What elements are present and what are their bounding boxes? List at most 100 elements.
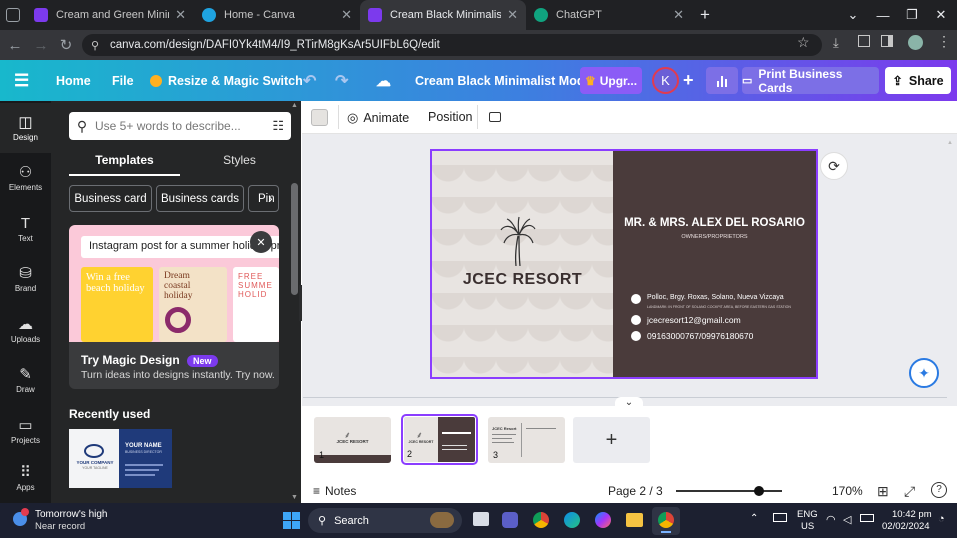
messenger-icon[interactable] [595, 512, 611, 528]
profile-avatar-icon[interactable] [908, 35, 923, 50]
document-title[interactable]: Cream Black Minimalist Mod... [415, 60, 595, 101]
zoom-slider-knob[interactable] [753, 486, 764, 496]
edge-icon[interactable] [564, 512, 580, 528]
help-icon[interactable]: ? [931, 482, 947, 498]
address-bar[interactable]: ⚲ canva.com/design/DAFI0Yk4tM4/I9_RTirM8… [82, 34, 822, 56]
sidebar-icon[interactable] [881, 35, 893, 47]
close-promo-icon[interactable]: ✕ [250, 231, 272, 253]
file-explorer-icon[interactable] [626, 513, 643, 527]
zoom-slider-track[interactable] [676, 486, 782, 496]
bookmark-star-icon[interactable]: ☆ [797, 34, 810, 51]
chevron-right-icon[interactable]: › [268, 190, 273, 206]
notes-button[interactable]: ≡ Notes [313, 484, 356, 498]
display-icon[interactable] [773, 513, 787, 522]
close-window-icon[interactable]: ✕ [926, 0, 956, 30]
animate-button[interactable]: ◎ Animate [347, 110, 409, 126]
forward-arrow-icon[interactable]: → [28, 30, 54, 60]
resize-magic-switch-button[interactable]: Resize & Magic Switch [150, 60, 303, 101]
share-button[interactable]: ⇪ Share [885, 67, 951, 94]
panel-scrollbar-thumb[interactable] [291, 183, 298, 295]
position-button[interactable]: Position [428, 110, 472, 124]
hamburger-menu-icon[interactable]: ☰ [14, 60, 29, 101]
zoom-percentage[interactable]: 170% [832, 484, 863, 498]
task-view-icon[interactable] [473, 512, 489, 526]
chip-business-card[interactable]: Business card [69, 185, 152, 212]
chip-business-cards[interactable]: Business cards [156, 185, 244, 212]
recent-template-card[interactable]: YOUR COMPANY YOUR TAGLINE YOUR NAME BUSI… [69, 429, 172, 488]
weather-subtext[interactable]: Near record [35, 521, 85, 532]
teams-icon[interactable] [502, 512, 518, 528]
scroll-up-arrow-icon[interactable]: ▲ [291, 102, 298, 109]
tab-styles[interactable]: Styles [184, 146, 295, 174]
card-landmark[interactable]: LANDMARK: IN FRONT OF SOLANO COCKPIT ARE… [647, 305, 791, 309]
tab-templates[interactable]: Templates [69, 146, 180, 174]
filter-sliders-icon[interactable]: ☷ [272, 118, 284, 134]
print-business-cards-button[interactable]: ▭ Print Business Cards [742, 67, 879, 95]
windows-start-icon[interactable] [283, 512, 300, 529]
grid-view-icon[interactable]: ⊞ [877, 483, 889, 500]
upgrade-button[interactable]: ♛ Upgr... [580, 67, 642, 94]
back-arrow-icon[interactable]: ← [2, 30, 28, 60]
tray-chevron-up-icon[interactable]: ⌃ [750, 513, 758, 524]
home-button[interactable]: Home [56, 60, 91, 101]
background-color-swatch[interactable] [311, 109, 328, 126]
user-avatar[interactable]: K [652, 67, 679, 94]
more-menu-icon[interactable]: ⋮ [937, 33, 951, 50]
browser-tab-2[interactable]: Home - Canva ✕ [194, 0, 360, 30]
language-code[interactable]: ENG [797, 509, 818, 520]
volume-icon[interactable]: ◁ [843, 513, 851, 526]
rail-item-apps[interactable]: ⠿ Apps [0, 456, 51, 500]
template-search-input[interactable]: ⚲ Use 5+ words to describe... ☷ [69, 112, 291, 140]
fullscreen-icon[interactable]: ⤢ [904, 483, 915, 500]
scroll-down-arrow-icon[interactable]: ▼ [291, 494, 298, 501]
lock-icon[interactable] [489, 112, 501, 122]
browser-tab-1[interactable]: Cream and Green Minimal Crea ✕ [26, 0, 194, 30]
battery-icon[interactable] [860, 514, 874, 522]
rail-item-uploads[interactable]: ☁ Uploads [0, 305, 51, 355]
magic-assistant-icon[interactable]: ✦ [909, 358, 939, 388]
page-thumb-3[interactable]: JCEC Resort 3 [488, 417, 565, 463]
tab-search-button[interactable] [0, 0, 26, 30]
close-tab-icon[interactable]: ✕ [507, 7, 518, 23]
card-phone[interactable]: 09163000767/09976180670 [647, 331, 753, 341]
card-right-panel[interactable] [613, 151, 816, 377]
taskbar-search[interactable]: ⚲ Search [308, 508, 462, 533]
close-tab-icon[interactable]: ✕ [673, 7, 684, 23]
card-owner-names[interactable]: MR. & MRS. ALEX DEL ROSARIO [613, 217, 816, 229]
browser-tab-4[interactable]: ChatGPT ✕ [526, 0, 692, 30]
rail-item-design[interactable]: ◫ Design [0, 103, 51, 153]
download-icon[interactable]: ⤓ [833, 35, 839, 51]
card-resort-name[interactable]: JCEC RESORT [432, 271, 613, 289]
chrome-active-icon[interactable] [658, 512, 674, 528]
close-tab-icon[interactable]: ✕ [341, 7, 352, 23]
wifi-icon[interactable]: ◠ [826, 513, 836, 526]
rail-item-elements[interactable]: ⚇ Elements [0, 153, 51, 203]
canvas-scroll-up-icon[interactable]: ▲ [947, 140, 953, 146]
browser-tab-3-active[interactable]: Cream Black Minimalist Moder ✕ [360, 0, 526, 30]
page-thumb-2[interactable]: ⸙ JCEC RESORT 2 [404, 417, 475, 462]
chrome-icon[interactable] [533, 512, 549, 528]
new-tab-button[interactable]: + [694, 0, 716, 30]
palm-tree-icon[interactable] [498, 216, 538, 266]
add-page-button[interactable]: + [573, 417, 650, 463]
card-email[interactable]: jcecresort12@gmail.com [647, 315, 741, 325]
redo-icon[interactable]: ↷ [335, 60, 348, 101]
page-indicator[interactable]: Page 2 / 3 [608, 484, 663, 498]
file-menu-button[interactable]: File [112, 60, 134, 101]
add-collaborator-icon[interactable]: + [683, 60, 694, 101]
rail-item-text[interactable]: T Text [0, 204, 51, 254]
notifications-bell-icon[interactable]: ◔ [938, 513, 945, 525]
restore-icon[interactable]: ❐ [897, 0, 927, 30]
reload-icon[interactable]: ↻ [53, 30, 79, 60]
rail-item-brand[interactable]: ⛁ Brand [0, 254, 51, 304]
minimize-icon[interactable]: — [868, 0, 898, 30]
undo-icon[interactable]: ↶ [303, 60, 316, 101]
cast-icon[interactable] [858, 35, 870, 47]
clock-date[interactable]: 02/02/2024 [882, 521, 930, 532]
collapse-pages-chevron-icon[interactable]: ⌄ [615, 397, 643, 409]
clock-time[interactable]: 10:42 pm [892, 509, 932, 520]
tab-dropdown-chevron-icon[interactable]: ⌄ [838, 0, 868, 30]
magic-design-promo-card[interactable]: Instagram post for a summer holiday prom… [69, 225, 279, 389]
insights-chart-icon[interactable] [706, 67, 738, 94]
card-address[interactable]: Polloc, Brgy. Roxas, Solano, Nueva Vizca… [647, 294, 784, 301]
